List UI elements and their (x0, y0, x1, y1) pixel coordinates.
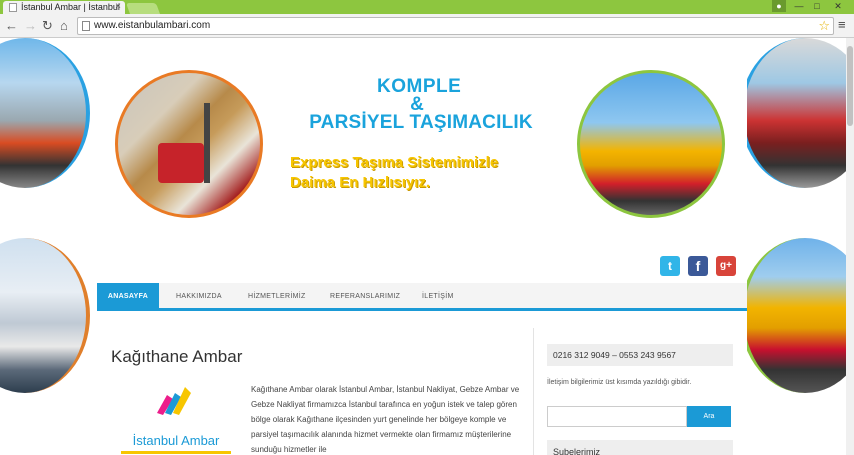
sidebar-divider (533, 328, 534, 455)
page-icon (82, 21, 90, 31)
browser-titlebar: İstanbul Ambar | İstanbul × ● — □ ✕ (0, 0, 854, 14)
banner-slogan-line2: Daima En Hızlısıyız. (290, 174, 431, 191)
user-icon[interactable]: ● (772, 0, 786, 12)
new-tab-button[interactable] (125, 3, 161, 14)
forklift-mast-shape (204, 103, 210, 183)
content-paragraph: Kağıthane Ambar olarak İstanbul Ambar, İ… (251, 385, 520, 454)
sidebar-phone: 0216 312 9049 – 0553 243 9567 (547, 344, 733, 366)
crane-truck-photo (577, 70, 725, 218)
page-icon (9, 3, 17, 12)
sidebar-info-text: İletişim bilgilerimiz üst kısımda yazıld… (547, 379, 692, 386)
decor-photo-bottom-right (740, 238, 854, 393)
main-menu: ANASAYFA HAKKIMIZDA HİZMETLERİMİZ REFERA… (97, 283, 747, 311)
menu-item-references[interactable]: REFERANSLARIMIZ (330, 283, 400, 311)
web-page: KOMPLE & PARSİYEL TAŞIMACILIK Express Ta… (0, 38, 854, 455)
minimize-button[interactable]: — (792, 0, 806, 12)
scrollbar-thumb[interactable] (847, 46, 853, 126)
main-container: KOMPLE & PARSİYEL TAŞIMACILIK Express Ta… (97, 38, 747, 455)
close-window-button[interactable]: ✕ (828, 0, 848, 12)
bookmark-star-icon[interactable]: ☆ (818, 18, 830, 34)
sidebar-branches-title: Şubelerimiz (547, 440, 733, 455)
forklift-shape (158, 143, 204, 183)
facebook-icon[interactable]: f (688, 256, 708, 276)
google-plus-icon[interactable]: g+ (716, 256, 736, 276)
browser-menu-icon[interactable]: ≡ (838, 17, 846, 32)
decor-photo-top-left (0, 38, 90, 188)
forklift-photo (115, 70, 263, 218)
arrows-logo-icon (157, 387, 191, 415)
logo-text: İstanbul Ambar (132, 433, 220, 448)
maximize-button[interactable]: □ (810, 0, 824, 12)
banner-slogan-line1: Express Taşıma Sistemimizle (290, 154, 499, 171)
menu-item-home[interactable]: ANASAYFA (97, 283, 159, 311)
forward-arrow-icon[interactable]: → (24, 18, 37, 33)
browser-toolbar: ← → ↻ ⌂ www.eistanbulambari.com ☆ (0, 14, 854, 38)
decor-photo-top-right (740, 38, 854, 188)
decor-photo-bottom-left (0, 238, 90, 393)
istanbul-ambar-logo: İstanbul Ambar (111, 381, 237, 455)
back-arrow-icon[interactable]: ← (5, 18, 18, 33)
page-scrollbar[interactable] (846, 38, 854, 455)
page-title: Kağıthane Ambar (111, 347, 243, 366)
browser-tab[interactable]: İstanbul Ambar | İstanbul × (3, 1, 125, 14)
menu-item-services[interactable]: HİZMETLERİMİZ (248, 283, 306, 311)
menu-item-contact[interactable]: İLETİŞİM (422, 283, 454, 311)
logo-underline (121, 451, 231, 454)
search-button[interactable]: Ara (687, 406, 731, 427)
search-input[interactable] (547, 406, 687, 427)
url-text: www.eistanbulambari.com (94, 20, 211, 31)
close-tab-icon[interactable]: × (115, 1, 121, 12)
tab-title: İstanbul Ambar | İstanbul (21, 2, 120, 12)
twitter-icon[interactable]: t (660, 256, 680, 276)
menu-item-about[interactable]: HAKKIMIZDA (176, 283, 222, 311)
header-banner: KOMPLE & PARSİYEL TAŞIMACILIK Express Ta… (97, 43, 747, 276)
banner-title-line2: PARSİYEL TAŞIMACILIK (309, 112, 533, 133)
home-icon[interactable]: ⌂ (60, 18, 68, 33)
address-bar[interactable]: www.eistanbulambari.com ☆ (77, 17, 834, 35)
reload-icon[interactable]: ↻ (42, 18, 53, 34)
